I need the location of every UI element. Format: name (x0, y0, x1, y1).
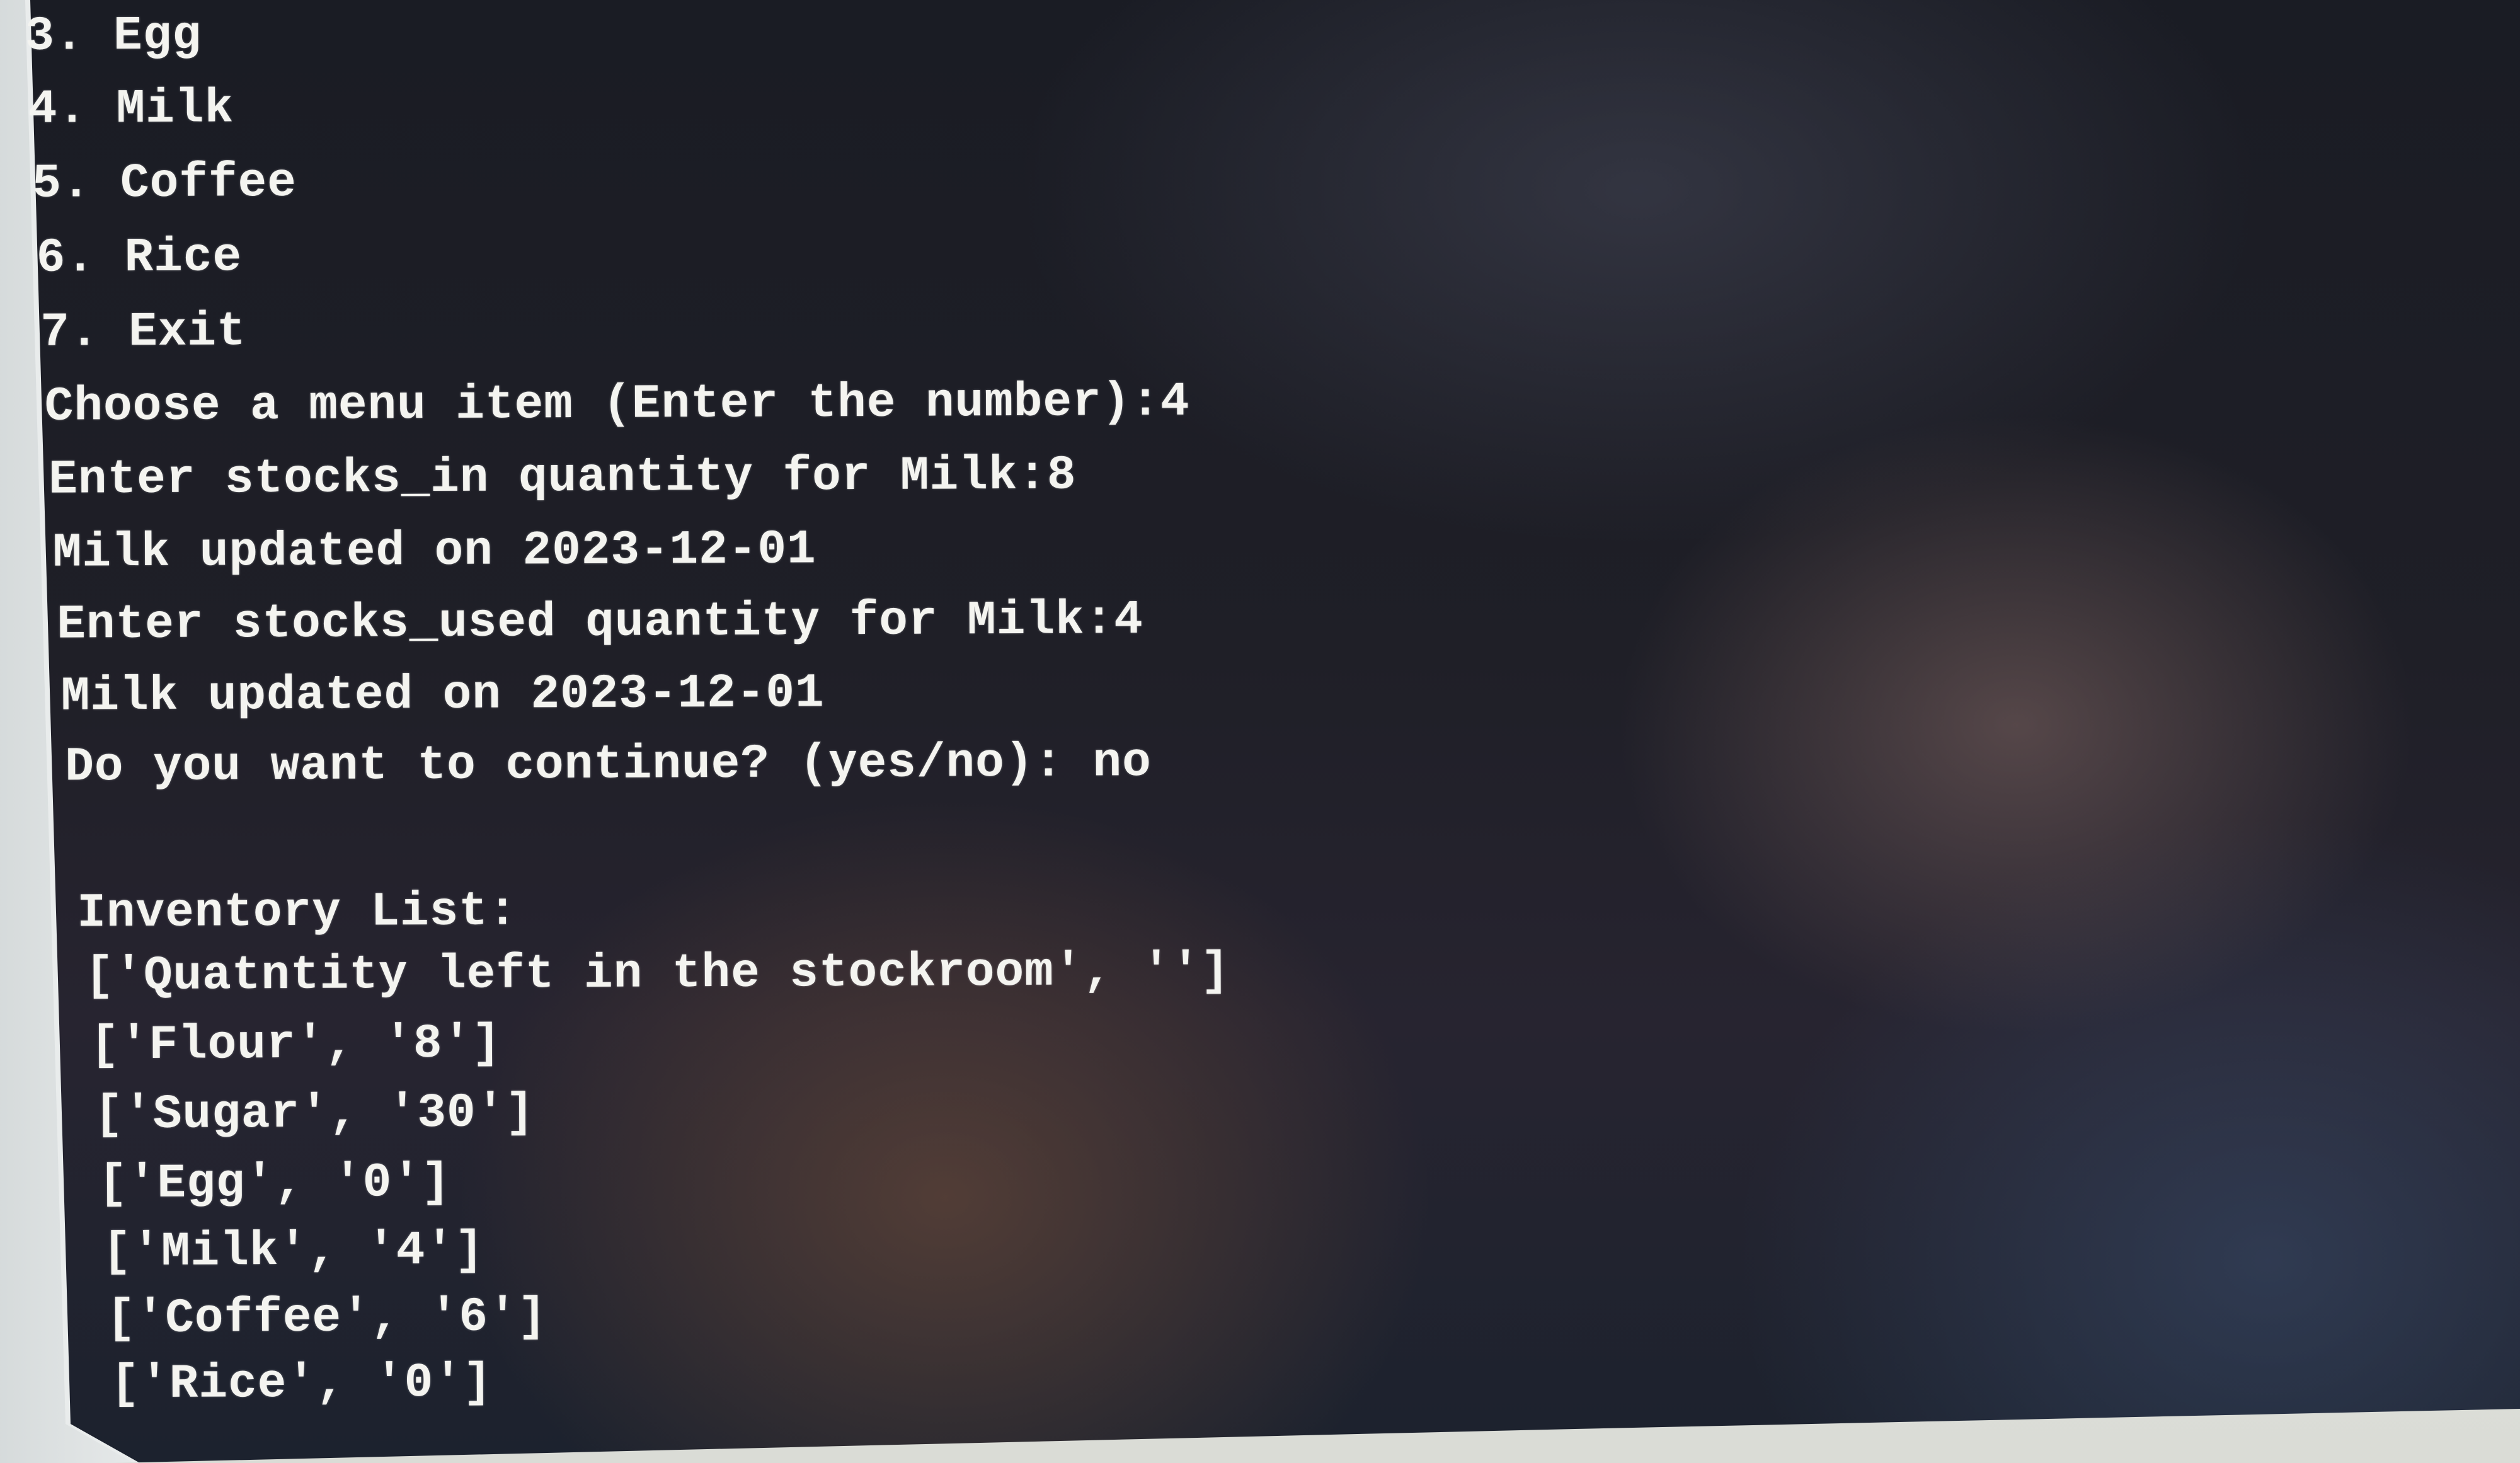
continue-prompt-line: Do you want to continue? (yes/no): no (65, 735, 1152, 795)
inventory-row: ['Sugar', '30'] (94, 1086, 536, 1142)
menu-prompt-line: Choose a menu item (Enter the number):4 (44, 374, 1190, 434)
inventory-row: ['Flour', '8'] (90, 1016, 501, 1073)
menu-option-rice: 6. Rice (36, 230, 243, 285)
terminal-output: 3. Egg 4. Milk 5. Coffee 6. Rice 7. Exit… (0, 0, 1644, 1412)
update-confirmation-line: Milk updated on 2023-12-01 (52, 522, 816, 580)
inventory-row: ['Milk', '4'] (102, 1223, 484, 1280)
inventory-row: ['Egg', '0'] (98, 1155, 451, 1212)
inventory-row: ['Coffee', '6'] (106, 1290, 547, 1346)
stocks-in-prompt-line: Enter stocks_in quantity for Milk:8 (49, 448, 1077, 507)
menu-option-milk: 4. Milk (28, 81, 234, 137)
menu-option-exit: 7. Exit (40, 304, 246, 360)
inventory-header-row: ['Quatntity left in the stockroom', ''] (84, 944, 1230, 1004)
inventory-list-heading: Inventory List: (77, 884, 518, 941)
inventory-row: ['Rice', '0'] (110, 1355, 493, 1412)
menu-option-egg: 3. Egg (25, 8, 202, 64)
monitor-photo: 3. Egg 4. Milk 5. Coffee 6. Rice 7. Exit… (0, 0, 2520, 1463)
stocks-used-prompt-line: Enter stocks_used quantity for Milk:4 (57, 593, 1143, 652)
update-confirmation-line: Milk updated on 2023-12-01 (60, 666, 825, 724)
menu-option-coffee: 5. Coffee (32, 155, 297, 211)
